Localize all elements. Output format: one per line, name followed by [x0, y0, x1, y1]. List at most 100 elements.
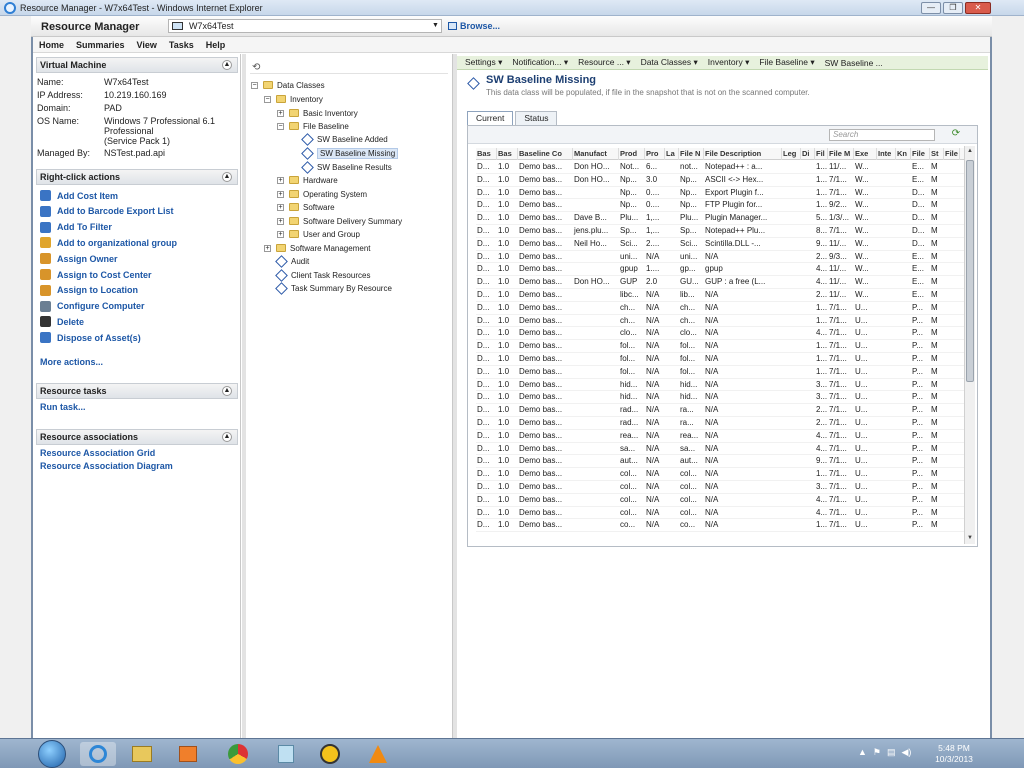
table-row[interactable]: D... 1.0 Demo bas... col... N/A col... N/A 1...… [476, 468, 965, 481]
table-row[interactable]: D... 1.0 Demo bas... sa... N/A sa... N/A 4... 7/… [476, 443, 965, 456]
network-icon[interactable]: ▤ [887, 747, 896, 758]
column-header[interactable]: File [944, 148, 960, 160]
table-row[interactable]: D... 1.0 Demo bas... uni... N/A uni... N/A 2...… [476, 251, 965, 264]
table-row[interactable]: D... 1.0 Demo bas... Dave B... Plu... 1,... Pl… [476, 212, 965, 225]
refresh-tree-icon[interactable]: ⟲ [252, 62, 260, 73]
menu-settings[interactable]: Settings ▾ [465, 57, 502, 68]
application-taskbar-icon[interactable] [312, 742, 348, 766]
menu-file-baseline[interactable]: File Baseline ▾ [759, 57, 814, 68]
action-item[interactable]: Assign to Cost Center [40, 268, 152, 281]
action-item[interactable]: Add to Barcode Export List [40, 205, 174, 218]
collapse-icon[interactable]: ▲ [222, 386, 232, 396]
action-item[interactable]: Add To Filter [40, 221, 112, 234]
column-header[interactable]: File [911, 148, 930, 160]
menu-summaries[interactable]: Summaries [76, 40, 125, 50]
tree-node-inventory[interactable]: − Inventory [264, 93, 323, 105]
table-row[interactable]: D... 1.0 Demo bas... Don HO... GUP 2.0 GU... GU… [476, 276, 965, 289]
action-item[interactable]: Assign to Location [40, 284, 138, 297]
column-header[interactable]: Kn [896, 148, 911, 160]
column-header[interactable]: File M [828, 148, 854, 160]
table-row[interactable]: D... 1.0 Demo bas... col... N/A col... N/A 3...… [476, 481, 965, 494]
tree-node-hardware[interactable]: + Hardware [277, 174, 338, 186]
table-row[interactable]: D... 1.0 Demo bas... Np... 0.... Np... FTP Plu… [476, 199, 965, 213]
table-row[interactable]: D... 1.0 Demo bas... col... N/A col... N/A 4...… [476, 494, 965, 507]
menu-resource[interactable]: Resource ... ▾ [578, 57, 630, 68]
column-header[interactable]: Baseline Co [518, 148, 573, 160]
tree-node-software-delivery-summary[interactable]: + Software Delivery Summary [277, 215, 402, 227]
volume-icon[interactable]: ◀) [902, 747, 912, 758]
menu-help[interactable]: Help [206, 40, 226, 50]
table-row[interactable]: D... 1.0 Demo bas... fol... N/A fol... N/A 1...… [476, 353, 965, 366]
tree-node-client-task-resources[interactable]: Client Task Resources [275, 268, 370, 282]
table-row[interactable]: D... 1.0 Demo bas... co... N/A co... N/A 1... 7/… [476, 519, 965, 533]
search-input[interactable]: Search [829, 129, 935, 141]
action-item[interactable]: Dispose of Asset(s) [40, 331, 141, 344]
table-row[interactable]: D... 1.0 Demo bas... Don HO... Np... 3.0 Np...… [476, 174, 965, 187]
scroll-down-icon[interactable]: ▼ [966, 534, 974, 543]
show-hidden-icons-icon[interactable]: ▲ [858, 747, 867, 758]
internet-explorer-taskbar-icon[interactable] [80, 742, 116, 766]
table-row[interactable]: D... 1.0 Demo bas... fol... N/A fol... N/A 1...… [476, 366, 965, 379]
chrome-taskbar-icon[interactable] [220, 742, 256, 766]
table-row[interactable]: D... 1.0 Demo bas... Neil Ho... Sci... 2.... S… [476, 238, 965, 251]
vertical-scrollbar[interactable]: ▲ ▼ [964, 146, 975, 544]
resource-association-grid-link[interactable]: Resource Association Grid [40, 448, 155, 458]
table-row[interactable]: D... 1.0 Demo bas... Don HO... Not... 6... not… [476, 161, 965, 174]
menu-home[interactable]: Home [39, 40, 64, 50]
file-explorer-taskbar-icon[interactable] [124, 742, 160, 766]
run-task-link[interactable]: Run task... [40, 402, 86, 412]
table-row[interactable]: D... 1.0 Demo bas... jens.plu... Sp... 1,... S… [476, 225, 965, 238]
tree-node-audit[interactable]: Audit [275, 254, 309, 268]
column-header[interactable]: La [665, 148, 679, 160]
column-header[interactable]: Inte [877, 148, 896, 160]
column-header[interactable]: St [930, 148, 944, 160]
collapse-icon[interactable]: ▲ [222, 432, 232, 442]
media-player-taskbar-icon[interactable] [170, 742, 206, 766]
clock[interactable]: 5:48 PM 10/3/2013 [931, 743, 977, 765]
tree-node-sw-baseline-missing[interactable]: SW Baseline Missing [301, 146, 399, 160]
column-header[interactable]: File N [679, 148, 704, 160]
tree-node-basic-inventory[interactable]: + Basic Inventory [277, 107, 358, 119]
column-header[interactable]: File Description [704, 148, 782, 160]
table-row[interactable]: D... 1.0 Demo bas... rad... N/A ra... N/A 2... 7… [476, 417, 965, 430]
column-header[interactable]: Bas [497, 148, 518, 160]
menu-sw-baseline[interactable]: SW Baseline ... [825, 58, 883, 68]
menu-notification[interactable]: Notification... ▾ [512, 57, 568, 68]
tree-node-sw-baseline-results[interactable]: SW Baseline Results [301, 160, 392, 174]
tree-node-task-summary[interactable]: Task Summary By Resource [275, 281, 392, 295]
action-item[interactable]: Delete [40, 315, 84, 328]
menu-inventory[interactable]: Inventory ▾ [708, 57, 750, 68]
table-row[interactable]: D... 1.0 Demo bas... fol... N/A fol... N/A 1...… [476, 340, 965, 353]
column-header[interactable]: Pro [645, 148, 665, 160]
table-row[interactable]: D... 1.0 Demo bas... aut... N/A aut... N/A 9...… [476, 455, 965, 469]
tree-node-software[interactable]: + Software [277, 201, 335, 213]
action-item[interactable]: Add Cost Item [40, 189, 118, 202]
browse-link[interactable]: Browse... [448, 21, 500, 31]
refresh-icon[interactable]: ⟳ [949, 128, 963, 141]
minimize-button[interactable]: — [921, 2, 941, 14]
collapse-icon[interactable]: ▲ [222, 60, 232, 70]
scroll-thumb[interactable] [966, 160, 974, 382]
column-header[interactable]: Exe [854, 148, 877, 160]
tree-node-file-baseline[interactable]: − File Baseline [277, 120, 349, 132]
action-item[interactable]: Add to organizational group [40, 236, 177, 249]
resource-association-diagram-link[interactable]: Resource Association Diagram [40, 461, 173, 471]
tree-node-operating-system[interactable]: + Operating System [277, 188, 367, 200]
tree-node-software-management[interactable]: + Software Management [264, 242, 371, 254]
table-row[interactable]: D... 1.0 Demo bas... rad... N/A ra... N/A 2... 7… [476, 404, 965, 417]
tree-node-sw-baseline-added[interactable]: SW Baseline Added [301, 132, 388, 146]
vlc-taskbar-icon[interactable] [360, 742, 396, 766]
collapse-icon[interactable]: ▲ [222, 172, 232, 182]
maximize-button[interactable]: ❐ [943, 2, 963, 14]
chevron-down-icon[interactable]: ▼ [431, 21, 440, 31]
action-item[interactable]: Assign Owner [40, 252, 118, 265]
tree-node-data-classes[interactable]: − Data Classes [251, 79, 325, 91]
action-item[interactable]: Configure Computer [40, 300, 145, 313]
table-row[interactable]: D... 1.0 Demo bas... ch... N/A ch... N/A 1... 7/… [476, 302, 965, 315]
table-row[interactable]: D... 1.0 Demo bas... ch... N/A ch... N/A 1... 7/… [476, 315, 965, 328]
menu-tasks[interactable]: Tasks [169, 40, 194, 50]
start-button[interactable] [38, 740, 66, 768]
scroll-up-icon[interactable]: ▲ [966, 147, 974, 156]
column-header[interactable]: Manufact [573, 148, 619, 160]
close-button[interactable]: ✕ [965, 2, 991, 14]
